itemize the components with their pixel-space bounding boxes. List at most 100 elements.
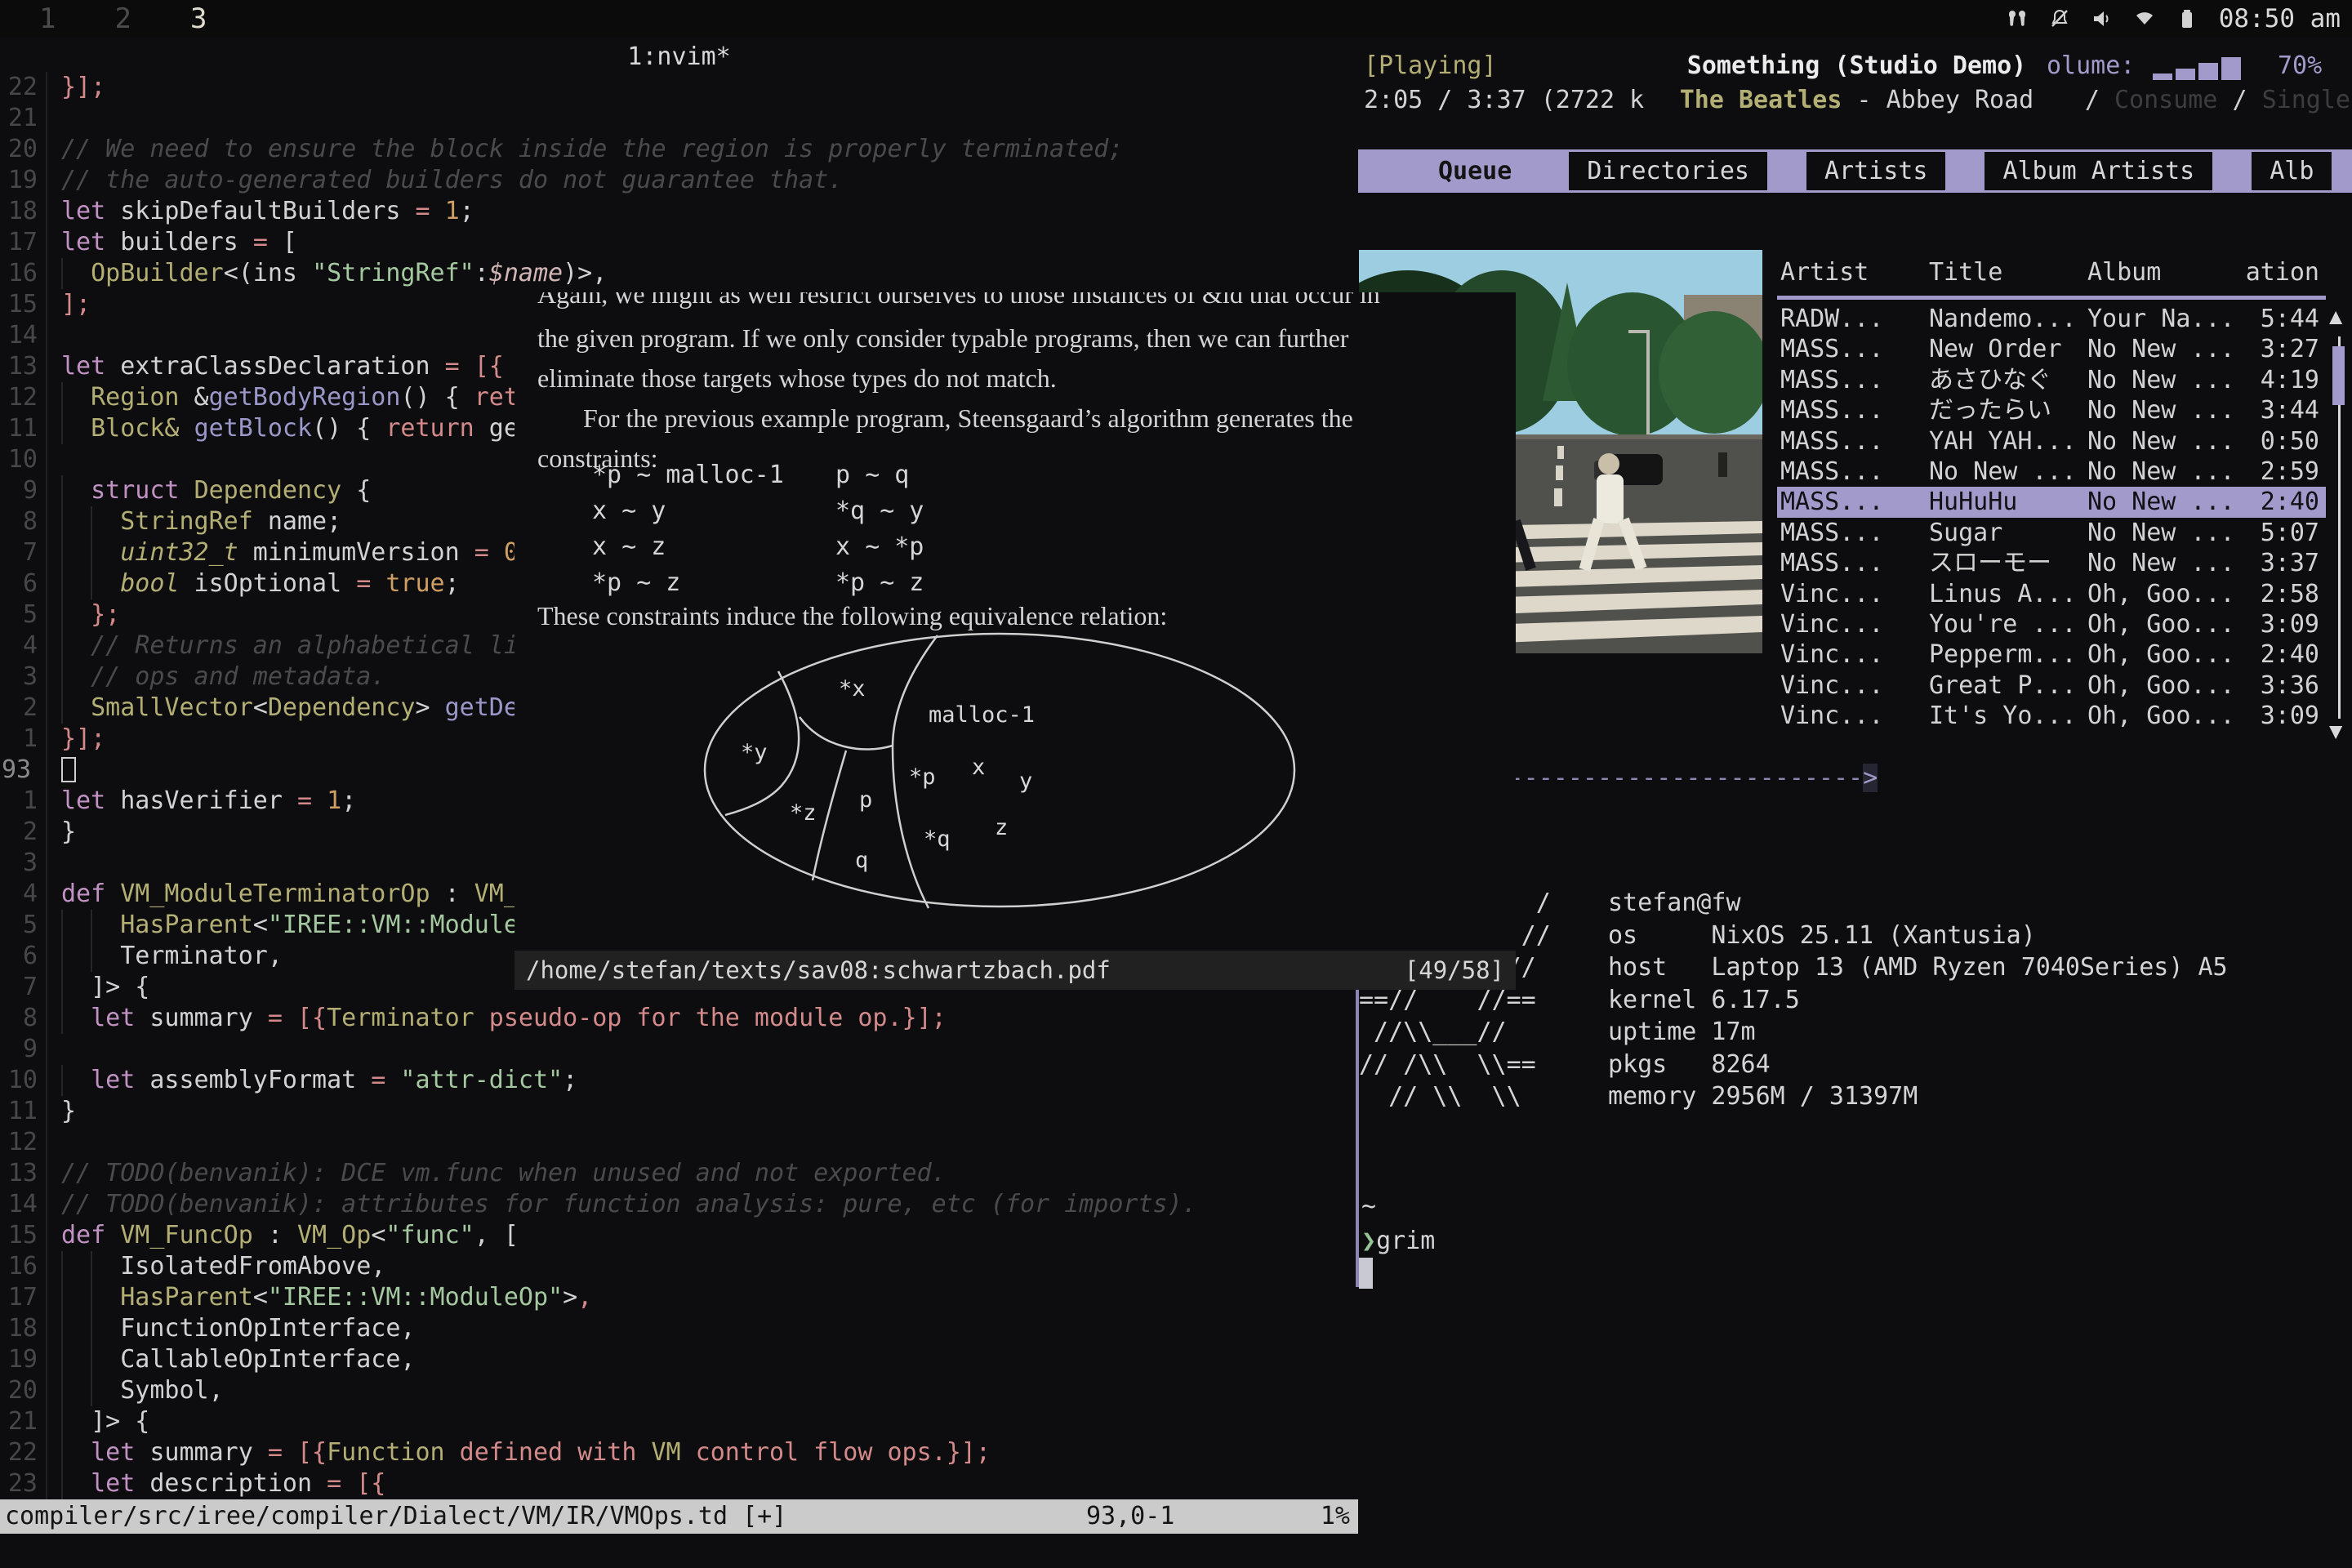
window-title: 1:nvim* [0, 42, 1358, 71]
scroll-up-icon[interactable]: ▲ [2329, 304, 2342, 329]
mode-single: Single [2262, 86, 2350, 114]
column-header: ation [2246, 258, 2319, 287]
code-line: 22}]; [0, 72, 1358, 103]
song-list-header: Artist Title Album ation [1777, 258, 2326, 289]
song-row[interactable]: MASS...New OrderNo New ...3:27 [1777, 334, 2326, 364]
album-name: - Abbey Road [1842, 86, 2034, 114]
song-row[interactable]: MASS...スローモーNo New ...3:37 [1777, 548, 2326, 578]
song-row[interactable]: Vinc...Linus A...Oh, Goo...2:58 [1777, 579, 2326, 609]
volume-label: olume: [2047, 51, 2135, 82]
workspace-3[interactable]: 3 [190, 2, 207, 35]
code-line: 18let skipDefaultBuilders = 1; [0, 196, 1358, 227]
scroll-down-icon[interactable]: ▼ [2329, 719, 2342, 744]
code-line: 23 let description = [{ [0, 1468, 1358, 1499]
volume-bar-icon[interactable] [2153, 56, 2244, 83]
code-line: 17 HasParent<"IREE::VM::ModuleOp">, [0, 1282, 1358, 1313]
constraint: x ∼ z [592, 532, 666, 561]
code-line: 16 IsolatedFromAbove, [0, 1251, 1358, 1282]
code-line: 11} [0, 1096, 1358, 1127]
tab-album-artists[interactable]: Album Artists [1984, 152, 2212, 190]
diagram-label: q [855, 848, 868, 873]
volume-percent: 70% [2278, 51, 2322, 82]
constraint: *q ∼ y [835, 497, 924, 525]
song-row[interactable]: MASS...だったらいNo New ...3:44 [1777, 395, 2326, 425]
constraint: x ∼ y [592, 497, 666, 525]
code-line: 8 let summary = [{Terminator pseudo-op f… [0, 1003, 1358, 1034]
column-header: Title [1929, 258, 2002, 287]
status-indicators: 08:50 am [2007, 0, 2341, 38]
terminal-cursor[interactable] [1359, 1258, 1373, 1289]
constraint: *p ∼ z [835, 568, 924, 597]
song-row[interactable]: Vinc...Great P...Oh, Goo...3:36 [1777, 670, 2326, 701]
constraint: x ∼ *p [835, 532, 924, 561]
pdf-statusbar: /home/stefan/texts/sav08:schwartzbach.pd… [514, 951, 1516, 990]
code-line: 10 let assemblyFormat = "attr-dict"; [0, 1065, 1358, 1096]
tab-alb[interactable]: Alb [2252, 152, 2332, 190]
workspace-switcher: 1 2 3 [39, 0, 207, 38]
song-row[interactable]: MASS...HuHuHuNo New ...2:40 [1777, 487, 2326, 517]
diagram-label: malloc-1 [929, 702, 1035, 728]
workspace-2[interactable]: 2 [114, 2, 131, 35]
song-row[interactable]: RADW...Nandemo...Your Na...5:44 [1777, 304, 2326, 334]
constraint: p ∼ q [835, 461, 909, 489]
pdf-page-indicator: [49/58] [1405, 951, 1504, 990]
diagram-label: *p [909, 764, 936, 790]
constraint: *p ∼ z [592, 568, 680, 597]
song-row[interactable]: Vinc...You're ...Oh, Goo...3:09 [1777, 609, 2326, 639]
prompt-cwd: ~ [1361, 1192, 1376, 1221]
column-header: Artist [1780, 258, 1869, 287]
song-row[interactable]: Vinc...Pepperm...Oh, Goo...2:40 [1777, 639, 2326, 670]
tab-directories[interactable]: Directories [1569, 152, 1767, 190]
editor-cursor [61, 757, 76, 782]
code-line: 20// We need to ensure the block inside … [0, 134, 1358, 165]
speaker-icon [2091, 8, 2113, 29]
song-list: RADW...Nandemo...Your Na...5:44MASS...Ne… [1777, 304, 2326, 731]
diagram-label: y [1019, 768, 1032, 794]
battery-icon [2176, 8, 2198, 29]
column-header: Album [2087, 258, 2161, 287]
notifications-off-icon [2049, 8, 2070, 29]
pdf-text-line: These constraints induce the following e… [537, 601, 1167, 631]
code-line: 15def VM_FuncOp : VM_Op<"func", [ [0, 1220, 1358, 1251]
scrollbar-thumb[interactable] [2332, 346, 2345, 405]
statusline-filename: compiler/src/iree/compiler/Dialect/VM/IR… [5, 1499, 786, 1534]
equivalence-venn-diagram: *xmalloc-1*y*pxy*zpz*qq [698, 629, 1303, 915]
artist-name: The Beatles [1680, 86, 1842, 114]
song-row[interactable]: Vinc...It's Yo...Oh, Goo...3:09 [1777, 701, 2326, 731]
pdf-text-line: For the previous example program, Steens… [583, 403, 1353, 434]
workspace-1[interactable]: 1 [39, 2, 56, 35]
code-line: 13// TODO(benvanik): DCE vm.func when un… [0, 1158, 1358, 1189]
diagram-label: *x [839, 676, 866, 702]
diagram-label: x [972, 755, 985, 780]
code-line: 20 Symbol, [0, 1375, 1358, 1406]
code-line: 12 [0, 1127, 1358, 1158]
pdf-text-line: Again, we might as well restrict ourselv… [537, 292, 1380, 310]
tab-artists[interactable]: Artists [1806, 152, 1945, 190]
song-row[interactable]: MASS...SugarNo New ...5:07 [1777, 518, 2326, 548]
tab-queue[interactable]: Queue [1420, 152, 1530, 190]
top-bar: 1 2 3 08:50 am [0, 0, 2352, 38]
shell-prompt[interactable]: ❯grim [1361, 1227, 1435, 1255]
pdf-text-line: the given program. If we only consider t… [537, 323, 1348, 354]
wifi-icon [2134, 8, 2155, 29]
typed-command: grim [1376, 1227, 1435, 1255]
nvim-statusline: compiler/src/iree/compiler/Dialect/VM/IR… [0, 1499, 1358, 1534]
player-modes: / Consume / Single [2085, 85, 2350, 116]
song-row[interactable]: MASS...No New ...No New ...2:59 [1777, 457, 2326, 487]
mode-consume: Consume [2114, 86, 2217, 114]
progress-head: > [1863, 764, 1878, 792]
header-separator [1777, 296, 2326, 300]
code-line: 22 let summary = [{Function defined with… [0, 1437, 1358, 1468]
code-line: 18 FunctionOpInterface, [0, 1313, 1358, 1344]
song-row[interactable]: MASS...YAH YAH...No New ...0:50 [1777, 426, 2326, 457]
pdf-viewer-window: Again, we might as well restrict ourselv… [514, 292, 1516, 990]
desktop: 123 08:50 am 1:nvim* 22}];2120// We need… [0, 0, 2352, 1568]
code-line: 17let builders = [ [0, 227, 1358, 258]
code-line: 21 [0, 103, 1358, 134]
code-line: 21 ]> { [0, 1406, 1358, 1437]
song-row[interactable]: MASS...あさひなぐNo New ...4:19 [1777, 365, 2326, 395]
diagram-label: z [995, 815, 1008, 840]
pdf-file-path: /home/stefan/texts/sav08:schwartzbach.pd… [526, 951, 1111, 990]
code-line: 14// TODO(benvanik): attributes for func… [0, 1189, 1358, 1220]
player-tab-bar: Queue Directories Artists Album Artists Alb [1358, 149, 2352, 193]
